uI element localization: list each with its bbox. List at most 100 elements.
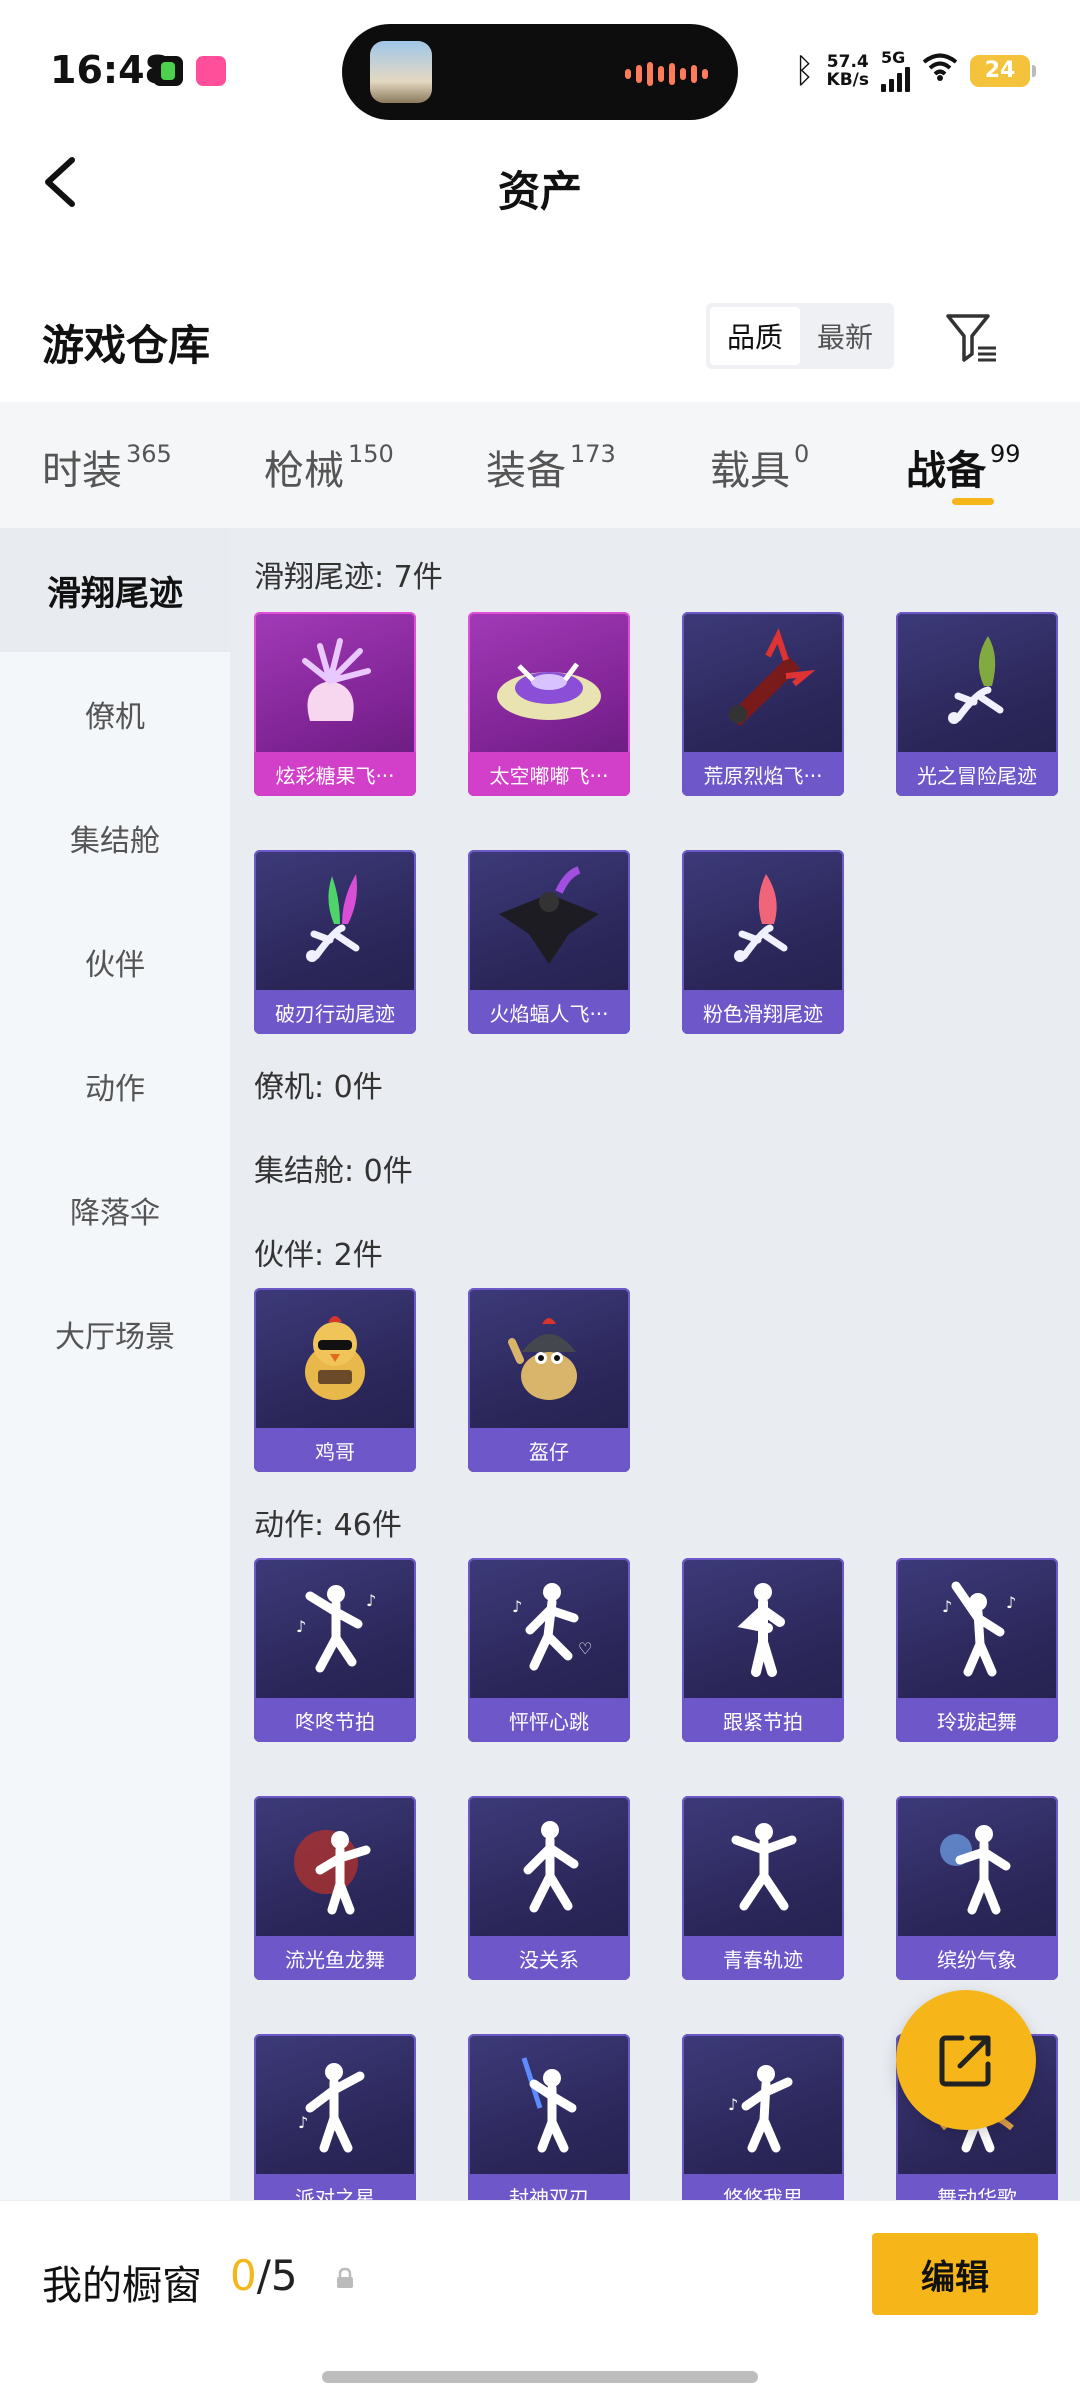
item-name: 没关系: [468, 1936, 630, 1980]
item-card[interactable]: 太空嘟嘟飞···: [468, 612, 630, 796]
tab-equipment[interactable]: 装备 173: [486, 438, 616, 496]
item-grid-area[interactable]: 滑翔尾迹: 7件 炫彩糖果飞··· 太空嘟嘟飞··· 荒原烈焰飞··· 光之冒险…: [230, 528, 1080, 2200]
rainbow-smoke-trail-icon: [254, 850, 416, 988]
green-smoke-trail-icon: [896, 612, 1058, 750]
helmet-chick-partner-icon: [468, 1288, 630, 1426]
dance-pose-icon: [682, 1558, 844, 1696]
showcase-label: 我的橱窗: [42, 2263, 202, 2309]
section-title-partner: 伙伴: 2件: [254, 1238, 383, 1273]
item-card[interactable]: ♪ 派对之星: [254, 2034, 416, 2200]
sidebar-item-partner[interactable]: 伙伴: [0, 900, 230, 1024]
item-card[interactable]: 粉色滑翔尾迹: [682, 850, 844, 1034]
dynamic-island[interactable]: [342, 24, 738, 120]
music-app-icon: [153, 56, 183, 86]
audio-wave-icon: [625, 62, 708, 86]
svg-text:♪: ♪: [298, 2113, 308, 2132]
sidebar-item-lobby-scene[interactable]: 大厅场景: [0, 1272, 230, 1396]
wasteland-flame-glider-icon: [682, 612, 844, 750]
dance-pose-icon: [682, 1796, 844, 1934]
section-title-glide-trail: 滑翔尾迹: 7件: [254, 560, 443, 595]
item-name: 怦怦心跳: [468, 1698, 630, 1742]
item-name: 粉色滑翔尾迹: [682, 990, 844, 1034]
item-name: 跟紧节拍: [682, 1698, 844, 1742]
dual-blade-pose-icon: [468, 2034, 630, 2172]
section-title-wingman: 僚机: 0件: [254, 1070, 383, 1105]
tab-fashion[interactable]: 时装 365: [42, 438, 172, 496]
active-tab-indicator: [952, 498, 994, 505]
item-card[interactable]: ♪ 悠悠我思: [682, 2034, 844, 2200]
item-card[interactable]: ♪ ♪ 咚咚节拍: [254, 1558, 416, 1742]
item-name: 火焰蝠人飞···: [468, 990, 630, 1034]
dance-pose-icon: ♪ ♪: [896, 1558, 1058, 1696]
item-card[interactable]: 封神双刃: [468, 2034, 630, 2200]
filter-button[interactable]: [944, 310, 1000, 366]
share-icon: [939, 2035, 991, 2087]
network-type: 5G: [881, 48, 906, 67]
tab-vehicles[interactable]: 载具 0: [710, 438, 809, 496]
item-card[interactable]: 青春轨迹: [682, 1796, 844, 1980]
dance-pose-icon: ♪ ♡: [468, 1558, 630, 1696]
sidebar-item-rally-pod[interactable]: 集结舱: [0, 776, 230, 900]
item-card[interactable]: 炫彩糖果飞···: [254, 612, 416, 796]
item-card[interactable]: 盔仔: [468, 1288, 630, 1472]
item-name: 玲珑起舞: [896, 1698, 1058, 1742]
item-name: 缤纷气象: [896, 1936, 1058, 1980]
section-title-emote: 动作: 46件: [254, 1508, 402, 1543]
item-card[interactable]: 缤纷气象: [896, 1796, 1058, 1980]
bottom-bar: 我的橱窗 0/5 编辑: [0, 2200, 1080, 2400]
item-card[interactable]: 跟紧节拍: [682, 1558, 844, 1742]
dragon-dance-pose-icon: [254, 1796, 416, 1934]
edit-button[interactable]: 编辑: [872, 2233, 1038, 2315]
candy-icon: [254, 612, 416, 750]
svg-text:♪: ♪: [728, 2095, 738, 2114]
item-card[interactable]: ♪ ♪ 玲珑起舞: [896, 1558, 1058, 1742]
subcategory-sidebar: 滑翔尾迹 僚机 集结舱 伙伴 动作 降落伞 大厅场景: [0, 528, 230, 2200]
item-name: 鸡哥: [254, 1428, 416, 1472]
dance-pose-icon: [468, 1796, 630, 1934]
item-name: 光之冒险尾迹: [896, 752, 1058, 796]
signal-icon: [881, 66, 910, 92]
item-name: 破刃行动尾迹: [254, 990, 416, 1034]
share-button[interactable]: [896, 1990, 1036, 2130]
item-card[interactable]: 流光鱼龙舞: [254, 1796, 416, 1980]
svg-text:♪: ♪: [366, 1591, 376, 1610]
tab-tactical[interactable]: 战备 99: [906, 438, 1021, 496]
bluetooth-icon: ᛒ: [794, 51, 815, 91]
item-name: 舞动华歌: [896, 2174, 1058, 2200]
sidebar-item-parachute[interactable]: 降落伞: [0, 1148, 230, 1272]
battery-indicator: 24: [970, 55, 1036, 87]
warehouse-title: 游戏仓库: [42, 321, 211, 370]
space-saucer-icon: [468, 612, 630, 750]
item-name: 派对之星: [254, 2174, 416, 2200]
svg-text:♪: ♪: [1006, 1593, 1016, 1612]
item-name: 流光鱼龙舞: [254, 1936, 416, 1980]
svg-text:♪: ♪: [512, 1597, 522, 1616]
item-card[interactable]: 破刃行动尾迹: [254, 850, 416, 1034]
home-indicator[interactable]: [322, 2371, 758, 2383]
dance-pose-icon: ♪: [682, 2034, 844, 2172]
item-name: 荒原烈焰飞···: [682, 752, 844, 796]
item-card[interactable]: 没关系: [468, 1796, 630, 1980]
item-name: 悠悠我思: [682, 2174, 844, 2200]
item-card[interactable]: 荒原烈焰飞···: [682, 612, 844, 796]
sidebar-item-wingman[interactable]: 僚机: [0, 652, 230, 776]
item-card[interactable]: 火焰蝠人飞···: [468, 850, 630, 1034]
sidebar-item-glide-trail[interactable]: 滑翔尾迹: [0, 528, 230, 652]
filter-icon: [946, 314, 996, 362]
sort-newest-button[interactable]: 最新: [800, 307, 890, 365]
flame-batman-glider-icon: [468, 850, 630, 988]
item-name: 青春轨迹: [682, 1936, 844, 1980]
video-app-icon: [196, 56, 226, 86]
sort-quality-button[interactable]: 品质: [710, 307, 800, 365]
item-card[interactable]: ♪ ♡ 怦怦心跳: [468, 1558, 630, 1742]
wifi-icon: [922, 53, 958, 89]
page-title: 资产: [497, 167, 582, 216]
weather-dance-pose-icon: [896, 1796, 1058, 1934]
item-card[interactable]: 鸡哥: [254, 1288, 416, 1472]
tab-weapons[interactable]: 枪械 150: [264, 438, 394, 496]
status-bar: 16:48 ᛒ 57.4 KB/s 5G 24: [0, 0, 1080, 130]
sidebar-item-emote[interactable]: 动作: [0, 1024, 230, 1148]
showcase-count: 0/5: [230, 2251, 298, 2300]
item-name: 太空嘟嘟飞···: [468, 752, 630, 796]
item-card[interactable]: 光之冒险尾迹: [896, 612, 1058, 796]
